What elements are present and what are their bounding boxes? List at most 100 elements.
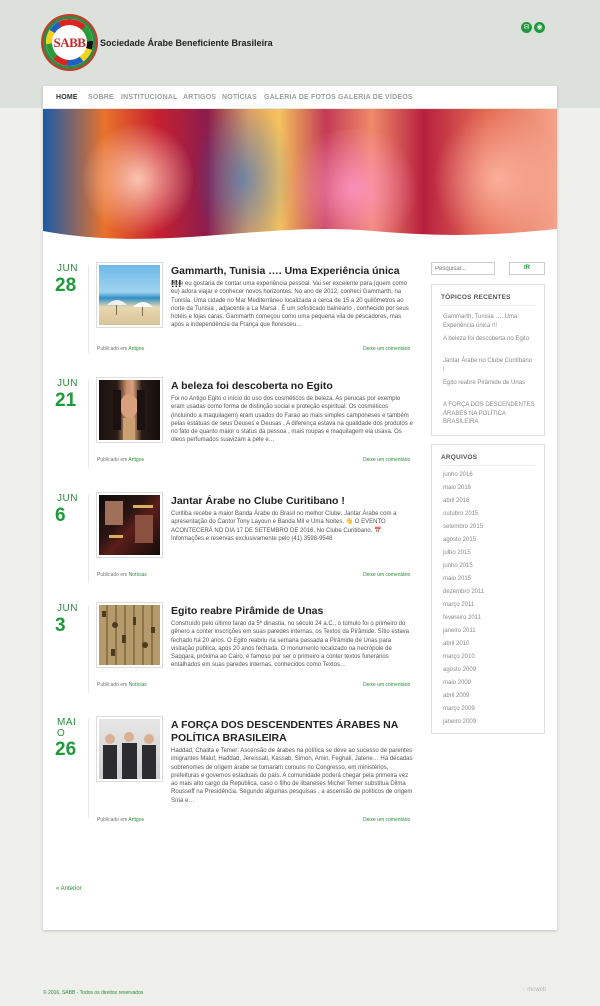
- category-link[interactable]: Artigos: [128, 817, 144, 823]
- archive-link[interactable]: setembro 2015: [443, 524, 483, 530]
- footer-credit[interactable]: ◌ mcweb: [522, 987, 546, 993]
- post-month: MAIO: [57, 717, 77, 739]
- hieroglyphs-image: [102, 611, 155, 656]
- post-month: JUN: [57, 263, 78, 274]
- post-thumbnail[interactable]: [97, 378, 162, 442]
- meta-prefix: Publicado em: [97, 457, 128, 463]
- recent-post-link[interactable]: A beleza foi descoberta no Egito: [443, 335, 535, 344]
- recent-post-link[interactable]: Jantar Árabe no Clube Curitibano !: [443, 357, 535, 374]
- comment-link[interactable]: Deixe um comentário: [363, 346, 410, 352]
- post-meta: Publicado em Artigos: [97, 346, 144, 352]
- nav-artigos[interactable]: ARTIGOS: [183, 94, 216, 101]
- nav-galeria-videos[interactable]: GALERIA DE VÍDEOS: [338, 94, 413, 101]
- post-thumbnail[interactable]: [97, 263, 162, 327]
- archive-link[interactable]: julho 2015: [443, 550, 471, 556]
- post-title[interactable]: Jantar Árabe no Clube Curitibano !: [171, 495, 411, 508]
- archive-link[interactable]: agosto 2015: [443, 537, 476, 543]
- post-excerpt: Haddad, Chalita e Temer: Ascensão de ára…: [171, 748, 413, 804]
- post-excerpt: Construído pelo último farao da 5ª dinas…: [171, 621, 410, 669]
- nav-institucional[interactable]: INSTITUCIONAL: [121, 94, 178, 101]
- archive-link[interactable]: outubro 2015: [443, 511, 478, 517]
- archives-widget: ARQUIVOS junho 2016 maio 2016 abril 2016…: [431, 444, 545, 734]
- portrait-figure: [113, 390, 145, 440]
- post-meta: Publicado em Notícias: [97, 572, 147, 578]
- recent-post-link[interactable]: Gammarth, Tunisia …. Uma Experiência úni…: [443, 313, 535, 330]
- post-divider: [88, 495, 89, 583]
- comment-link[interactable]: Deixe um comentário: [363, 817, 410, 823]
- post-excerpt: Hoje eu gostaria de contar uma experiênc…: [171, 281, 409, 329]
- post-day: 6: [55, 505, 66, 526]
- post-day: 21: [55, 390, 77, 411]
- category-link[interactable]: Artigos: [128, 346, 144, 352]
- post-day: 3: [55, 615, 66, 636]
- hero-banner: [43, 109, 557, 249]
- rss-icon[interactable]: ◉: [534, 22, 545, 33]
- archive-link[interactable]: março 2009: [443, 706, 475, 712]
- archive-link[interactable]: maio 2015: [443, 576, 471, 582]
- logo-text: SABB: [53, 35, 86, 50]
- nav-home[interactable]: HOME: [56, 94, 78, 101]
- recent-post-link[interactable]: Egito reabre Pirâmide de Unas: [443, 379, 535, 388]
- category-link[interactable]: Notícias: [129, 682, 147, 688]
- email-icon[interactable]: ✉: [521, 22, 532, 33]
- post-title[interactable]: A beleza foi descoberta no Egito: [171, 380, 411, 393]
- archive-link[interactable]: janeiro 2011: [443, 628, 476, 634]
- archive-link[interactable]: junho 2015: [443, 563, 473, 569]
- post-divider: [88, 265, 89, 353]
- meta-prefix: Publicado em: [97, 817, 128, 823]
- archive-link[interactable]: maio 2016: [443, 485, 471, 491]
- previous-page-link[interactable]: « Anterior: [56, 886, 82, 892]
- post-title[interactable]: A FORÇA DOS DESCENDENTES ÁRABES NA POLÍT…: [171, 719, 411, 745]
- comment-link[interactable]: Deixe um comentário: [363, 457, 410, 463]
- site-title[interactable]: Sociedade Árabe Beneficiente Brasileira: [100, 38, 273, 48]
- archive-link[interactable]: janeiro 2009: [443, 719, 476, 725]
- beach-umbrella-icon: [107, 300, 153, 316]
- archive-link[interactable]: abril 2009: [443, 693, 469, 699]
- meta-prefix: Publicado em: [97, 346, 128, 352]
- post-month: JUN: [57, 378, 78, 389]
- search-input[interactable]: [431, 262, 495, 275]
- archive-link[interactable]: março 2010: [443, 654, 475, 660]
- archive-link[interactable]: abril 2016: [443, 498, 469, 504]
- recent-post-link[interactable]: A FORÇA DOS DESCENDENTES ÁRABES NA POLÍT…: [443, 401, 535, 427]
- hero-wave: [43, 229, 557, 249]
- event-poster: [105, 501, 153, 543]
- widget-divider: [441, 305, 535, 306]
- post-day: 26: [55, 739, 77, 760]
- post-meta: Publicado em Notícias: [97, 682, 147, 688]
- widget-title: TÓPICOS RECENTES: [441, 294, 511, 301]
- nav-sobre[interactable]: SOBRE: [88, 94, 114, 101]
- category-link[interactable]: Notícias: [129, 572, 147, 578]
- archive-link[interactable]: agosto 2009: [443, 667, 476, 673]
- post-thumbnail[interactable]: [97, 493, 162, 557]
- post-item: MAIO 26 A FORÇA DOS DESCENDENTES ÁRABES …: [43, 717, 557, 837]
- footer-copyright: © 2016, SABB - Todos os direitos reserva…: [43, 990, 144, 996]
- recent-posts-widget: TÓPICOS RECENTES Gammarth, Tunisia …. Um…: [431, 284, 545, 436]
- category-link[interactable]: Artigos: [128, 457, 144, 463]
- post-month: JUN: [57, 603, 78, 614]
- content-card: HOME SOBRE INSTITUCIONAL ARTIGOS NOTÍCIA…: [43, 86, 557, 930]
- post-thumbnail[interactable]: [97, 717, 162, 781]
- post-divider: [88, 719, 89, 819]
- post-divider: [88, 605, 89, 693]
- comment-link[interactable]: Deixe um comentário: [363, 572, 410, 578]
- post-excerpt: Curitiba recebe a maior Banda Árabe do B…: [171, 511, 397, 542]
- widget-divider: [441, 465, 535, 466]
- post-meta: Publicado em Artigos: [97, 817, 144, 823]
- archive-link[interactable]: abril 2010: [443, 641, 469, 647]
- comment-link[interactable]: Deixe um comentário: [363, 682, 410, 688]
- post-thumbnail[interactable]: [97, 603, 162, 667]
- archive-link[interactable]: março 2011: [443, 602, 474, 608]
- archive-link[interactable]: fevereiro 2011: [443, 615, 481, 621]
- post-month: JUN: [57, 493, 78, 504]
- archive-link[interactable]: junho 2016: [443, 472, 473, 478]
- widget-title: ARQUIVOS: [441, 454, 478, 461]
- post-title[interactable]: Egito reabre Pirâmide de Unas: [171, 605, 411, 618]
- credit-text: mcweb: [527, 987, 547, 993]
- nav-galeria-fotos[interactable]: GALERIA DE FOTOS: [264, 94, 336, 101]
- archive-link[interactable]: maio 2009: [443, 680, 471, 686]
- archive-link[interactable]: dezembro 2011: [443, 589, 484, 595]
- nav-noticias[interactable]: NOTÍCIAS: [222, 94, 257, 101]
- sabb-logo[interactable]: SABB: [43, 16, 96, 69]
- search-button[interactable]: IR: [509, 262, 545, 275]
